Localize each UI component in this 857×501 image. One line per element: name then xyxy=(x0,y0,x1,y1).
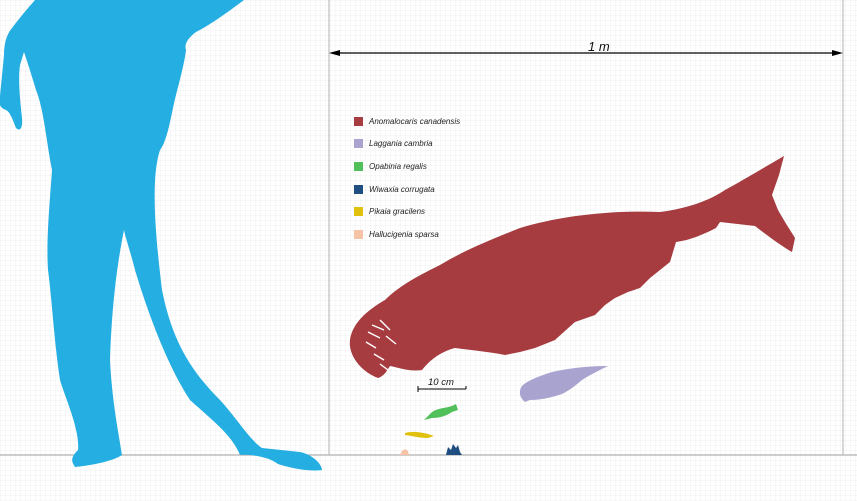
legend-item-hallucigenia: Hallucigenia sparsa xyxy=(354,223,460,246)
legend-item-opabinia: Opabinia regalis xyxy=(354,155,460,178)
legend-label: Pikaia gracilens xyxy=(369,207,426,217)
legend-label: Wiwaxia corrugata xyxy=(369,184,435,194)
legend-swatch xyxy=(354,116,363,126)
legend-label: Opabinia regalis xyxy=(369,161,427,171)
legend-swatch xyxy=(354,184,363,194)
legend-label: Laggania cambria xyxy=(369,139,433,149)
diagram-canvas xyxy=(0,0,857,501)
size-comparison-diagram: 1 m 10 cm Anomalocaris canadensis Laggan… xyxy=(0,0,857,501)
scale-label-1m: 1 m xyxy=(588,39,610,54)
legend-label: Anomalocaris canadensis xyxy=(369,116,461,126)
legend-label: Hallucigenia sparsa xyxy=(369,229,439,239)
legend-item-anomalocaris: Anomalocaris canadensis xyxy=(354,110,460,133)
legend-swatch xyxy=(354,207,363,217)
legend-item-pikaia: Pikaia gracilens xyxy=(354,200,460,223)
legend-item-laggania: Laggania cambria xyxy=(354,133,460,156)
legend-swatch xyxy=(354,161,363,171)
legend-swatch xyxy=(354,229,363,239)
legend-item-wiwaxia: Wiwaxia corrugata xyxy=(354,178,460,201)
scale-label-10cm: 10 cm xyxy=(428,377,454,388)
legend-swatch xyxy=(354,139,363,149)
species-legend: Anomalocaris canadensis Laggania cambria… xyxy=(354,110,460,246)
